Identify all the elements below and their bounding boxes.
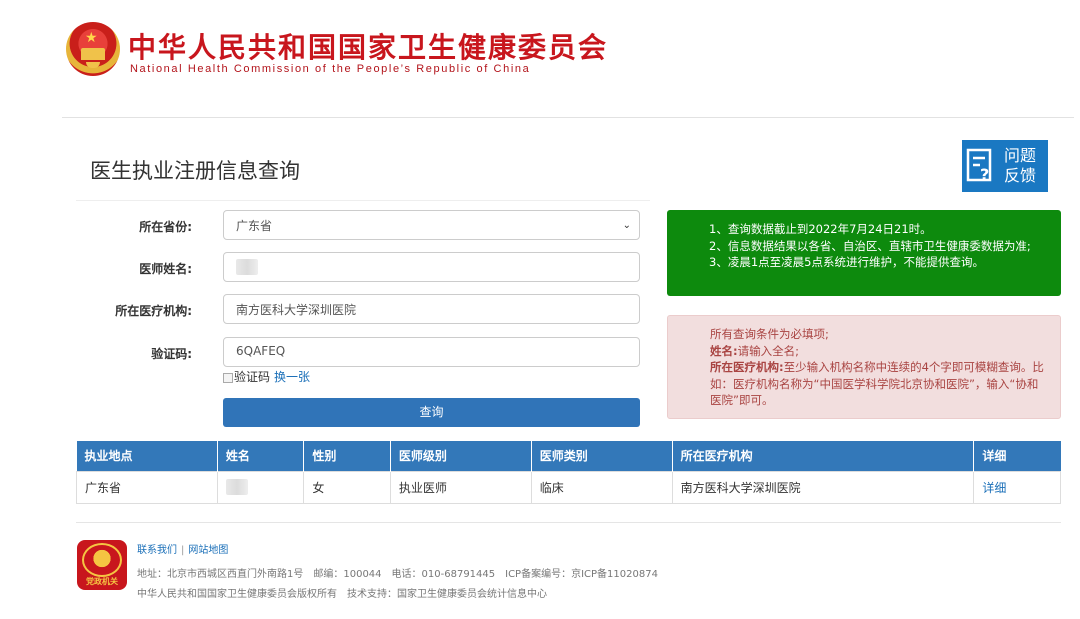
- col-header-category: 医师类别: [531, 441, 673, 471]
- inst-tip-key: 所在医疗机构:: [710, 360, 784, 374]
- broken-image-icon[interactable]: [223, 372, 233, 383]
- site-title-cn: 中华人民共和国国家卫生健康委员会: [128, 31, 609, 64]
- badge-label: 党政机关: [86, 577, 118, 586]
- query-button[interactable]: 查询: [223, 398, 640, 427]
- table-header-row: 执业地点 姓名 性别 医师级别 医师类别 所在医疗机构 详细: [76, 441, 1061, 471]
- page-title: 医生执业注册信息查询: [90, 159, 300, 183]
- province-label: 所在省份:: [139, 220, 192, 234]
- cell-category: 临床: [530, 470, 673, 504]
- province-select[interactable]: 广东省 ⌄: [223, 210, 640, 240]
- col-header-detail: 详细: [973, 441, 1061, 471]
- footer-address: 地址：北京市西城区西直门外南路1号 邮编：100044 电话：010-68791…: [137, 569, 658, 580]
- warning-notice: 所有查询条件为必填项; 姓名:请输入全名; 所在医疗机构:至少输入机构名称中连续…: [667, 315, 1061, 419]
- footer-copyright: 中华人民共和国国家卫生健康委员会版权所有 技术支持：国家卫生健康委员会统计信息中…: [137, 589, 547, 600]
- cell-detail: 详细: [973, 470, 1061, 504]
- institution-row: 所在医疗机构: 南方医科大学深圳医院: [76, 294, 650, 326]
- chevron-down-icon: ⌄: [622, 220, 631, 231]
- results-table: 执业地点 姓名 性别 医师级别 医师类别 所在医疗机构 详细 广东省 女 执业医…: [76, 441, 1061, 504]
- svg-text:?: ?: [980, 165, 989, 184]
- footer-links: 联系我们 | 网站地图: [137, 541, 228, 556]
- warning-line-2: 姓名:请输入全名;: [710, 343, 1046, 360]
- cell-institution: 南方医科大学深圳医院: [671, 470, 975, 504]
- cell-gender: 女: [303, 470, 391, 504]
- warning-line-1: 所有查询条件为必填项;: [710, 327, 829, 341]
- query-form: 所在省份: 广东省 ⌄ 医师姓名: 所在医疗机构: 南方医科大学深圳医院 验证码…: [76, 200, 650, 432]
- captcha-image-row: 验证码 换一张: [223, 368, 310, 385]
- cell-name: [216, 470, 305, 504]
- refresh-captcha-link[interactable]: 换一张: [274, 370, 310, 384]
- redacted-name: [225, 479, 248, 495]
- province-select-value: 广东省: [236, 219, 273, 233]
- info-line-2: 2、信息数据结果以各省、自治区、直辖市卫生健康委数据为准;: [709, 238, 1031, 253]
- captcha-input[interactable]: 6QAFEQ: [223, 337, 640, 367]
- table-row: 广东省 女 执业医师 临床 南方医科大学深圳医院 详细: [76, 470, 1061, 504]
- national-emblem-icon: ★: [66, 22, 120, 76]
- col-header-name: 姓名: [217, 441, 305, 471]
- redacted-name: [236, 259, 258, 275]
- name-tip-text: 请输入全名;: [737, 343, 799, 358]
- sitemap-link[interactable]: 网站地图: [188, 545, 228, 556]
- feedback-button[interactable]: ? 问题 反馈: [962, 140, 1048, 192]
- feedback-icon: ?: [966, 148, 992, 184]
- col-header-gender: 性别: [303, 441, 391, 471]
- info-notice: 1、查询数据截止到2022年7月24日21时。 2、信息数据结果以各省、自治区、…: [667, 210, 1061, 296]
- captcha-input-value: 6QAFEQ: [236, 344, 286, 358]
- institution-label: 所在医疗机构:: [115, 304, 192, 318]
- site-title-en: National Health Commission of the People…: [130, 63, 531, 75]
- info-line-1: 1、查询数据截止到2022年7月24日21时。: [709, 222, 932, 236]
- doctor-name-input[interactable]: [223, 252, 640, 282]
- contact-us-link[interactable]: 联系我们: [137, 545, 177, 556]
- header-divider: [62, 117, 1074, 118]
- feedback-label-line1: 问题: [1004, 146, 1037, 165]
- detail-link[interactable]: 详细: [982, 481, 1006, 495]
- captcha-row: 验证码: 6QAFEQ: [76, 337, 650, 369]
- captcha-label: 验证码:: [151, 347, 192, 361]
- footer-divider: [76, 522, 1061, 523]
- feedback-label: 问题 反馈: [1004, 146, 1048, 186]
- site-header: ★ 中华人民共和国国家卫生健康委员会 National Health Commi…: [62, 20, 654, 80]
- col-header-level: 医师级别: [390, 441, 532, 471]
- name-label: 医师姓名:: [139, 262, 192, 276]
- province-row: 所在省份: 广东省 ⌄: [76, 210, 650, 242]
- cell-level: 执业医师: [389, 470, 532, 504]
- party-badge-icon[interactable]: 党政机关: [77, 540, 127, 590]
- cell-location: 广东省: [76, 470, 218, 504]
- info-line-3: 3、凌晨1点至凌晨5点系统进行维护，不能提供查询。: [709, 255, 984, 269]
- name-tip-key: 姓名:: [710, 343, 738, 358]
- institution-input[interactable]: 南方医科大学深圳医院: [223, 294, 640, 324]
- captcha-image-alt[interactable]: 验证码: [234, 370, 270, 384]
- name-row: 医师姓名:: [76, 252, 650, 284]
- footer-link-separator: |: [181, 545, 185, 556]
- col-header-institution: 所在医疗机构: [672, 441, 975, 471]
- col-header-location: 执业地点: [76, 441, 218, 471]
- institution-input-value: 南方医科大学深圳医院: [236, 303, 357, 317]
- badge-emblem: [82, 543, 122, 577]
- warning-line-3: 所在医疗机构:至少输入机构名称中连续的4个字即可模糊查询。比如：医疗机构名称为“…: [710, 359, 1046, 409]
- feedback-label-line2: 反馈: [1004, 166, 1037, 185]
